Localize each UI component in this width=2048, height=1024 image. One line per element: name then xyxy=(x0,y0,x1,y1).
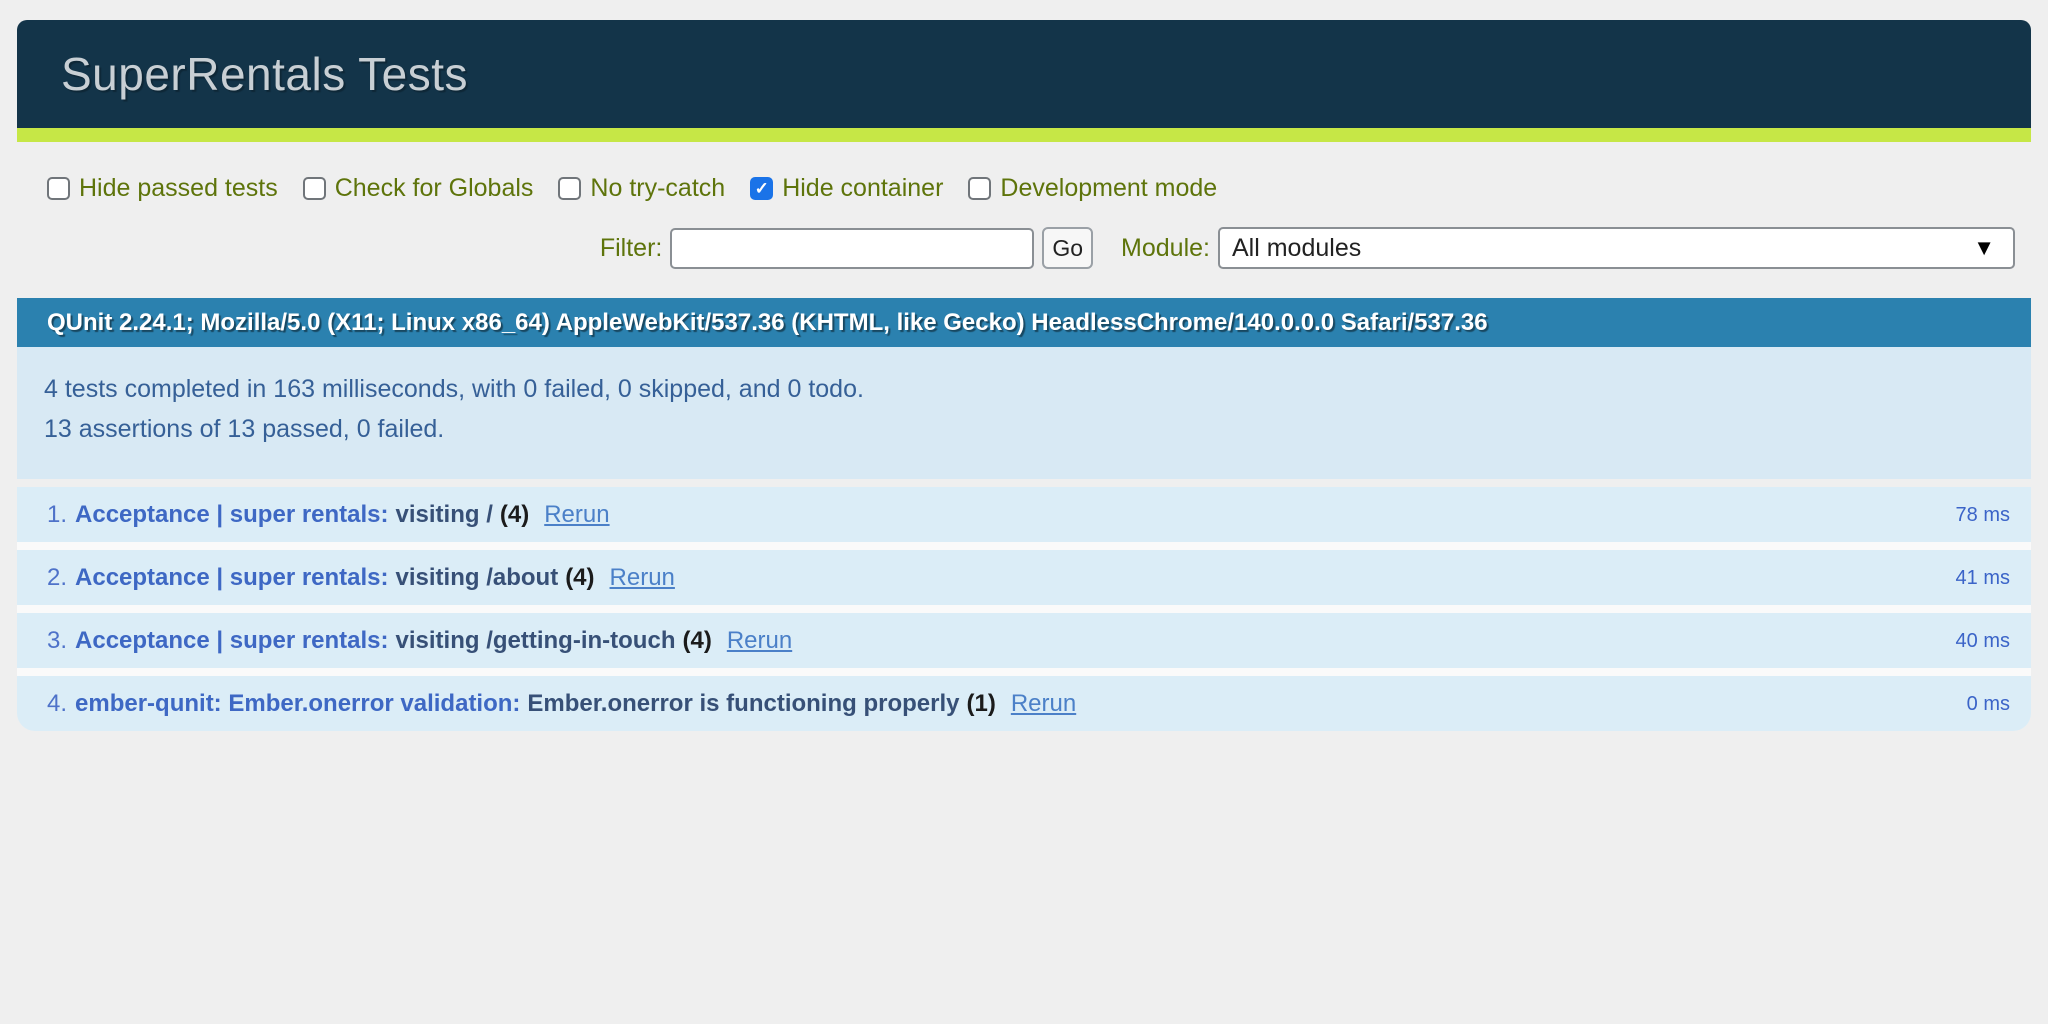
checkbox-hide-passed-tests[interactable]: ✓ Hide passed tests xyxy=(47,174,278,203)
module-label: Module: xyxy=(1121,234,1210,263)
assertion-counts: (4) xyxy=(565,564,594,591)
testrunner-toolbar: ✓ Hide passed tests ✓ Check for Globals … xyxy=(17,142,2031,298)
page-title: SuperRentals Tests xyxy=(61,47,468,101)
pass-status-bar xyxy=(17,128,2031,142)
test-runtime: 40 ms xyxy=(1956,630,2010,653)
test-module-name[interactable]: Acceptance | super rentals: xyxy=(75,501,389,528)
test-name[interactable]: Ember.onerror is functioning properly xyxy=(527,690,959,717)
test-runtime: 0 ms xyxy=(1967,693,2010,716)
checkbox-check-for-globals[interactable]: ✓ Check for Globals xyxy=(303,174,534,203)
checkbox-no-try-catch[interactable]: ✓ No try-catch xyxy=(558,174,725,203)
test-number: 1. xyxy=(47,501,67,528)
rerun-link[interactable]: Rerun xyxy=(1011,690,1076,717)
test-number: 4. xyxy=(47,690,67,717)
test-list: 78 ms 1. Acceptance | super rentals: visit… xyxy=(17,487,2031,731)
checkbox-unchecked-icon[interactable]: ✓ xyxy=(558,177,581,200)
checkbox-label[interactable]: Hide container xyxy=(782,174,943,203)
go-button[interactable]: Go xyxy=(1042,227,1093,269)
checkbox-label[interactable]: Hide passed tests xyxy=(79,174,278,203)
checkbox-label[interactable]: Development mode xyxy=(1000,174,1217,203)
test-runtime: 41 ms xyxy=(1956,567,2010,590)
assertion-counts: (4) xyxy=(682,627,711,654)
test-name[interactable]: visiting /about xyxy=(396,564,559,591)
assertion-counts: (4) xyxy=(500,501,529,528)
test-row[interactable]: 41 ms 2. Acceptance | super rentals: visit… xyxy=(17,550,2031,613)
rerun-link[interactable]: Rerun xyxy=(610,564,675,591)
checkbox-unchecked-icon[interactable]: ✓ xyxy=(47,177,70,200)
summary-line-assertions: 13 assertions of 13 passed, 0 failed. xyxy=(44,409,2001,449)
filter-label: Filter: xyxy=(600,234,663,263)
test-number: 3. xyxy=(47,627,67,654)
checkbox-checked-icon[interactable]: ✓ xyxy=(750,177,773,200)
test-module-name[interactable]: Acceptance | super rentals: xyxy=(75,564,389,591)
filter-input[interactable] xyxy=(670,228,1034,269)
test-runtime: 78 ms xyxy=(1956,504,2010,527)
checkbox-development-mode[interactable]: ✓ Development mode xyxy=(968,174,1217,203)
rerun-link[interactable]: Rerun xyxy=(544,501,609,528)
page-header: SuperRentals Tests xyxy=(17,20,2031,128)
checkbox-unchecked-icon[interactable]: ✓ xyxy=(968,177,991,200)
test-row[interactable]: 0 ms 4. ember-qunit: Ember.onerror valida… xyxy=(17,676,2031,731)
module-select[interactable]: All modules ▼ xyxy=(1218,227,2015,269)
test-number: 2. xyxy=(47,564,67,591)
toolbar-checkbox-row: ✓ Hide passed tests ✓ Check for Globals … xyxy=(47,174,2015,203)
toolbar-filter-row: Filter: Go Module: All modules ▼ xyxy=(47,227,2015,269)
checkbox-label[interactable]: Check for Globals xyxy=(335,174,534,203)
checkbox-label[interactable]: No try-catch xyxy=(590,174,725,203)
user-agent-text: QUnit 2.24.1; Mozilla/5.0 (X11; Linux x8… xyxy=(47,309,1488,337)
assertion-counts: (1) xyxy=(966,690,995,717)
test-name[interactable]: visiting / xyxy=(396,501,493,528)
test-row[interactable]: 40 ms 3. Acceptance | super rentals: visit… xyxy=(17,613,2031,676)
checkbox-hide-container[interactable]: ✓ Hide container xyxy=(750,174,943,203)
test-module-name[interactable]: Acceptance | super rentals: xyxy=(75,627,389,654)
test-module-name[interactable]: ember-qunit: Ember.onerror validation: xyxy=(75,690,520,717)
user-agent-banner: QUnit 2.24.1; Mozilla/5.0 (X11; Linux x8… xyxy=(17,298,2031,347)
checkbox-unchecked-icon[interactable]: ✓ xyxy=(303,177,326,200)
summary-line-completed: 4 tests completed in 163 milliseconds, w… xyxy=(44,369,2001,409)
module-select-value: All modules xyxy=(1232,234,1361,263)
test-name[interactable]: visiting /getting-in-touch xyxy=(396,627,676,654)
dropdown-arrow-icon: ▼ xyxy=(1973,235,1995,261)
checkmark-icon: ✓ xyxy=(755,179,769,199)
qunit-page: SuperRentals Tests ✓ Hide passed tests ✓… xyxy=(17,20,2031,731)
test-row[interactable]: 78 ms 1. Acceptance | super rentals: visit… xyxy=(17,487,2031,550)
rerun-link[interactable]: Rerun xyxy=(727,627,792,654)
test-result-summary: 4 tests completed in 163 milliseconds, w… xyxy=(17,347,2031,479)
